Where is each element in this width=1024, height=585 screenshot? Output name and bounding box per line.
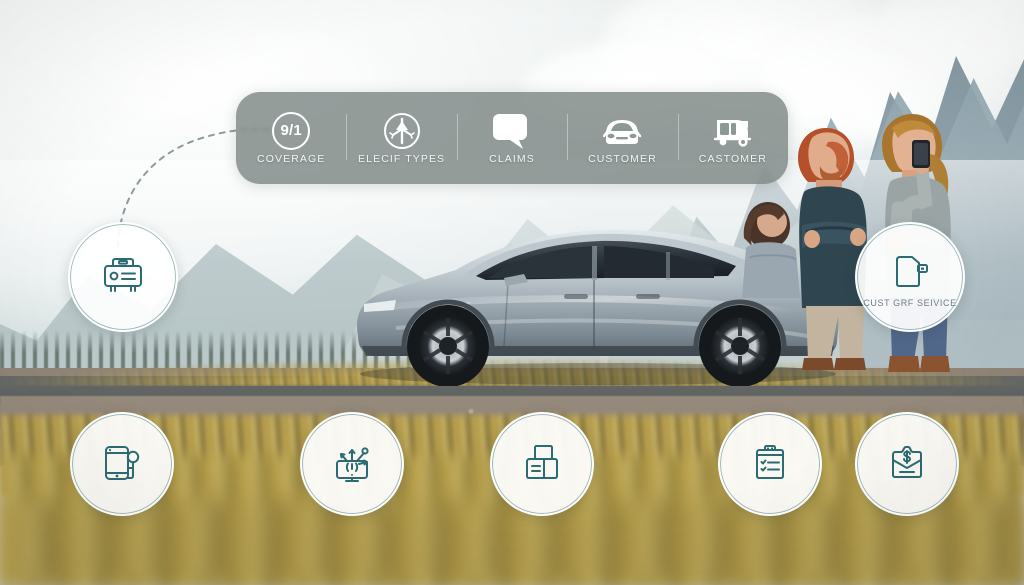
- coverage-badge-text: 9/1: [272, 111, 311, 150]
- toolbar-label-customer: CUSTOMER: [588, 152, 657, 165]
- smartphone-user-icon: [98, 438, 146, 486]
- toolbar-label-elecif-types: ELECIF TYPES: [358, 152, 446, 165]
- feature-toolbar[interactable]: 9/1 COVERAGE ELECIF TYPES CLAIMS CUSTOME…: [236, 92, 788, 184]
- clipboard-checklist-icon: [746, 438, 794, 486]
- toolbar-label-claims: CLAIMS: [489, 152, 535, 165]
- toolbar-label-castomer: CASTOMER: [698, 152, 767, 165]
- badge-machine[interactable]: [68, 222, 178, 332]
- person-woman-left: [742, 202, 800, 298]
- monitor-network-icon: [327, 437, 377, 487]
- badge-label-cust-service: CUST GRF SEIVICE: [863, 298, 957, 308]
- appliance-machine-icon: [98, 250, 148, 300]
- scene-root: 9/1 COVERAGE ELECIF TYPES CLAIMS CUSTOME…: [0, 0, 1024, 585]
- grass-foreground-blur: [0, 500, 1024, 585]
- person-man-center: [798, 128, 867, 370]
- document-tag-icon: [886, 246, 934, 294]
- car-front-icon: [598, 112, 646, 150]
- toolbar-label-coverage: COVERAGE: [257, 152, 326, 165]
- toolbar-item-elecif-types[interactable]: ELECIF TYPES: [346, 92, 456, 184]
- badge-printer[interactable]: [490, 412, 594, 516]
- badge-connected[interactable]: [300, 412, 404, 516]
- toolbar-item-castomer[interactable]: CASTOMER: [677, 92, 788, 184]
- printer-document-icon: [518, 438, 566, 486]
- badge-payment[interactable]: [855, 412, 959, 516]
- badge-mobile-user[interactable]: [70, 412, 174, 516]
- toolbar-item-claims[interactable]: CLAIMS: [456, 92, 567, 184]
- toolbar-item-customer[interactable]: CUSTOMER: [567, 92, 677, 184]
- tree-arrow-icon: [383, 112, 421, 150]
- delivery-truck-icon: [710, 112, 756, 150]
- numeric-badge-icon: 9/1: [272, 111, 311, 150]
- badge-cust-service[interactable]: CUST GRF SEIVICE: [855, 222, 965, 332]
- speech-bubble-icon: [490, 112, 534, 150]
- badge-checklist[interactable]: [718, 412, 822, 516]
- toolbar-item-coverage[interactable]: 9/1 COVERAGE: [236, 92, 346, 184]
- dollar-envelope-icon: [883, 438, 931, 486]
